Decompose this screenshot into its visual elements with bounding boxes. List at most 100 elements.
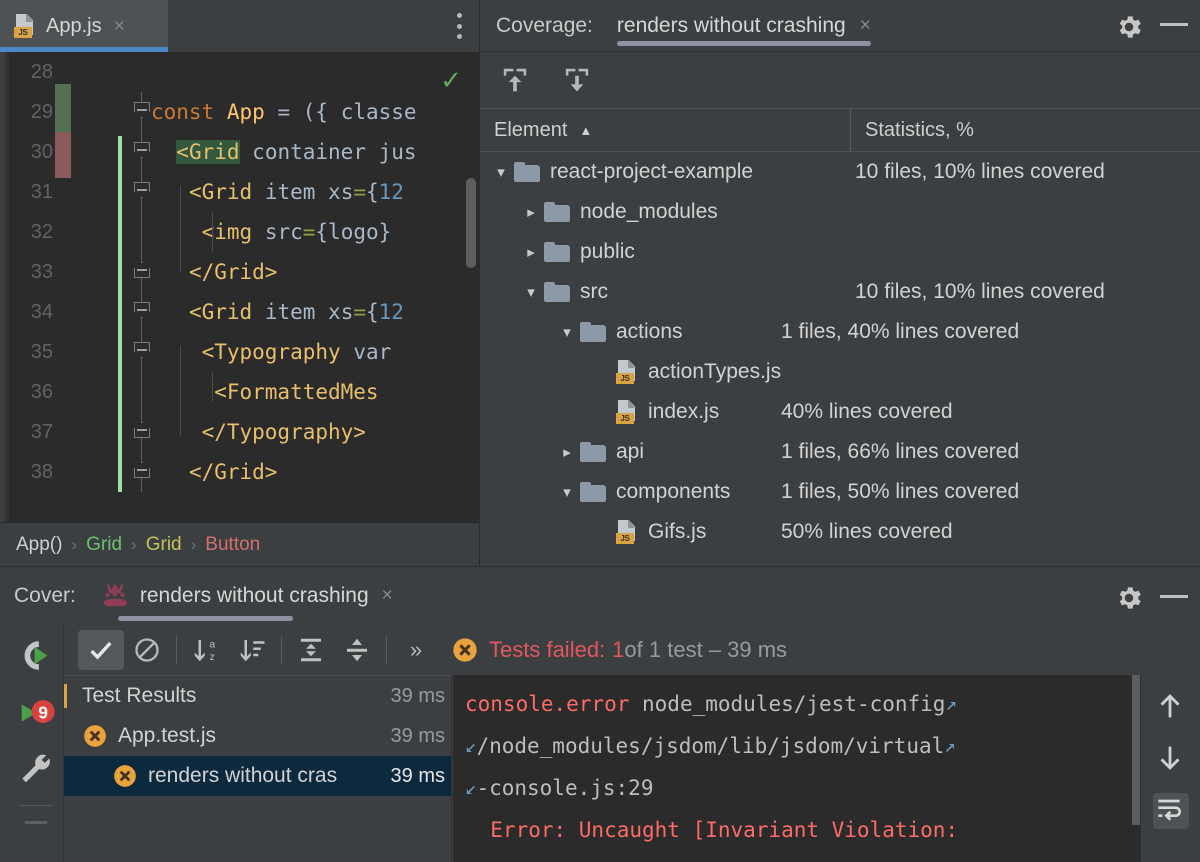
fold-gutter[interactable] bbox=[131, 292, 153, 332]
minimize-icon[interactable] bbox=[1160, 23, 1188, 26]
runner-side-toolbar: 9 bbox=[8, 625, 64, 862]
test-results-tree: Test Results 39 ms App.test.js 39 ms ren… bbox=[64, 675, 452, 862]
test-console-output[interactable]: console.error node_modules/jest-config ↗ … bbox=[453, 675, 1140, 862]
modified-lines-marker[interactable] bbox=[118, 412, 122, 452]
coverage-label: Coverage: bbox=[496, 13, 593, 37]
indent-guide bbox=[180, 346, 181, 372]
tree-item-stat: 1 files, 50% lines covered bbox=[781, 480, 1020, 503]
stop-process-icon[interactable] bbox=[24, 821, 47, 824]
indent-guide bbox=[180, 212, 181, 252]
folder-icon bbox=[544, 282, 570, 302]
fold-gutter[interactable] bbox=[131, 132, 153, 172]
fold-gutter[interactable] bbox=[131, 92, 153, 132]
indent-guide bbox=[180, 372, 181, 412]
rerun-failed-tests-icon[interactable]: 9 bbox=[16, 693, 56, 733]
tree-row[interactable]: ▾ components 1 files, 50% lines covered bbox=[480, 472, 1200, 512]
test-duration: 39 ms bbox=[390, 724, 445, 747]
show-passed-toggle[interactable] bbox=[78, 630, 124, 670]
code-editor[interactable]: ✓ 28 29 const App = ({ classe 30 <Grid c… bbox=[0, 52, 480, 524]
more-options-icon[interactable]: » bbox=[393, 630, 439, 670]
settings-wrench-icon[interactable] bbox=[16, 749, 56, 789]
fold-gutter[interactable] bbox=[131, 332, 153, 372]
breadcrumb: App() › Grid › Grid › Button bbox=[0, 522, 480, 566]
tree-row[interactable]: ▸ public bbox=[480, 232, 1200, 272]
modified-lines-marker[interactable] bbox=[118, 332, 122, 372]
scroll-down-icon[interactable] bbox=[1153, 741, 1189, 777]
sort-alphabetically-icon[interactable]: a z bbox=[183, 630, 229, 670]
rerun-coverage-icon[interactable] bbox=[16, 637, 56, 677]
expand-all-icon[interactable] bbox=[288, 630, 334, 670]
test-result-case[interactable]: renders without cras 39 ms bbox=[64, 756, 451, 796]
wrap-arrow-icon: ↗ bbox=[945, 693, 957, 715]
tree-row[interactable]: JS Gifs.js 50% lines covered bbox=[480, 512, 1200, 552]
close-icon[interactable]: × bbox=[860, 15, 871, 37]
chevron-down-icon[interactable]: ▾ bbox=[488, 163, 514, 181]
coverage-stripe-covered[interactable] bbox=[55, 84, 71, 132]
fold-gutter[interactable] bbox=[131, 252, 153, 292]
chevron-right-icon[interactable]: ▸ bbox=[518, 203, 544, 221]
chevron-down-icon[interactable]: ▾ bbox=[554, 323, 580, 341]
show-ignored-toggle[interactable] bbox=[124, 630, 170, 670]
fold-gutter[interactable] bbox=[131, 212, 153, 252]
modified-lines-marker[interactable] bbox=[118, 252, 122, 292]
chevron-down-icon[interactable]: ▾ bbox=[518, 283, 544, 301]
modified-lines-marker[interactable] bbox=[118, 372, 122, 412]
fold-gutter[interactable] bbox=[131, 452, 153, 492]
export-coverage-icon[interactable] bbox=[498, 63, 532, 97]
fold-gutter[interactable] bbox=[131, 172, 153, 212]
coverage-suite-tab[interactable]: renders without crashing × bbox=[616, 0, 871, 52]
fold-gutter[interactable] bbox=[131, 372, 153, 412]
gear-icon[interactable] bbox=[1114, 583, 1144, 618]
fold-gutter[interactable] bbox=[131, 412, 153, 452]
tree-item-stat: 40% lines covered bbox=[781, 400, 953, 423]
modified-lines-marker[interactable] bbox=[118, 136, 122, 172]
chevron-right-icon[interactable]: ▸ bbox=[518, 243, 544, 261]
chevron-down-icon[interactable]: ▾ bbox=[554, 483, 580, 501]
breadcrumb-item-grid-2[interactable]: Grid bbox=[146, 534, 182, 556]
console-line: ↙/node_modules/jsdom/lib/jsdom/virtual ↗ bbox=[465, 725, 1140, 767]
tree-row[interactable]: ▾ react-project-example 10 files, 10% li… bbox=[480, 152, 1200, 192]
modified-lines-marker[interactable] bbox=[118, 212, 122, 252]
code-line: 31 <Grid item xs={12 bbox=[5, 172, 480, 212]
chevron-right-icon[interactable]: ▸ bbox=[554, 443, 580, 461]
import-coverage-icon[interactable] bbox=[560, 63, 594, 97]
editor-tab-app-js[interactable]: JS App.js × bbox=[0, 0, 168, 52]
column-header-statistics[interactable]: Statistics, % bbox=[851, 119, 974, 142]
more-vertical-icon[interactable] bbox=[457, 13, 462, 39]
tree-row[interactable]: ▾ src 10 files, 10% lines covered bbox=[480, 272, 1200, 312]
breadcrumb-item-button[interactable]: Button bbox=[205, 534, 260, 556]
modified-lines-marker[interactable] bbox=[118, 452, 122, 492]
soft-wrap-icon[interactable] bbox=[1152, 793, 1189, 829]
column-header-element[interactable]: Element ▲ bbox=[480, 119, 850, 142]
minimize-icon[interactable] bbox=[1160, 595, 1188, 598]
modified-lines-marker[interactable] bbox=[118, 292, 122, 332]
tree-row[interactable]: ▸ api 1 files, 66% lines covered bbox=[480, 432, 1200, 472]
tree-item-label: actionTypes.js bbox=[648, 360, 782, 383]
tests-failed-label: Tests failed: bbox=[489, 637, 606, 662]
modified-lines-marker[interactable] bbox=[118, 172, 122, 212]
column-header-element-label: Element bbox=[494, 118, 568, 141]
tree-row[interactable]: JS index.js 40% lines covered bbox=[480, 392, 1200, 432]
close-icon[interactable]: × bbox=[382, 585, 393, 607]
console-scrollbar[interactable] bbox=[1132, 675, 1140, 862]
test-result-file[interactable]: App.test.js 39 ms bbox=[64, 716, 451, 756]
collapse-all-icon[interactable] bbox=[334, 630, 380, 670]
line-number: 30 bbox=[30, 140, 53, 163]
breadcrumb-item-app[interactable]: App() bbox=[16, 534, 62, 556]
cover-suite-tab[interactable]: renders without crashing × bbox=[100, 567, 393, 626]
test-results-root[interactable]: Test Results 39 ms bbox=[64, 676, 451, 716]
tree-item-label: index.js bbox=[648, 400, 720, 423]
tree-item-label: actions bbox=[616, 320, 683, 343]
tests-total-label: of 1 test – 39 ms bbox=[624, 637, 788, 662]
tree-item-label: node_modules bbox=[580, 200, 718, 223]
tree-row[interactable]: JS actionTypes.js bbox=[480, 352, 1200, 392]
breadcrumb-item-grid-1[interactable]: Grid bbox=[86, 534, 122, 556]
scroll-up-icon[interactable] bbox=[1153, 689, 1189, 725]
close-icon[interactable]: × bbox=[114, 17, 125, 36]
tree-row[interactable]: ▾ actions 1 files, 40% lines covered bbox=[480, 312, 1200, 352]
console-path: -console.js:29 bbox=[476, 776, 654, 800]
gear-icon[interactable] bbox=[1114, 12, 1144, 47]
tree-row[interactable]: ▸ node_modules bbox=[480, 192, 1200, 232]
toolbar-divider bbox=[281, 636, 282, 664]
sort-by-duration-icon[interactable] bbox=[229, 630, 275, 670]
